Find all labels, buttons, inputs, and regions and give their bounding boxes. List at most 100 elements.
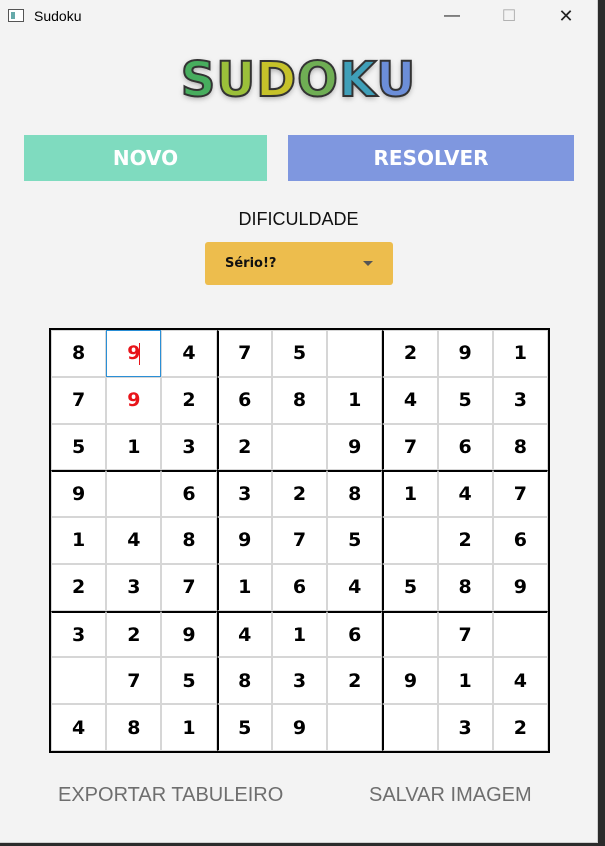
board-cell[interactable]: 7 — [492, 470, 548, 518]
board-cell[interactable]: 9 — [51, 470, 107, 518]
board-cell[interactable] — [382, 610, 438, 658]
board-cell[interactable]: 1 — [327, 376, 383, 424]
board-cell[interactable]: 1 — [51, 517, 107, 564]
board-cell[interactable]: 1 — [382, 470, 438, 518]
board-cell[interactable]: 4 — [106, 517, 162, 564]
board-cell[interactable]: 7 — [216, 330, 272, 377]
board-cell[interactable]: 4 — [327, 563, 383, 611]
board-cell[interactable] — [51, 657, 107, 705]
board-cell[interactable]: 4 — [51, 704, 107, 751]
board-cell[interactable]: 3 — [271, 657, 328, 705]
board-cell[interactable]: 8 — [106, 704, 162, 751]
save-image-button[interactable]: SALVAR IMAGEM — [369, 784, 532, 807]
logo-letter: U — [375, 51, 417, 109]
board-cell[interactable]: 1 — [492, 330, 548, 377]
board-cell[interactable]: 9 — [492, 563, 548, 611]
board-cell[interactable]: 2 — [382, 330, 438, 377]
board-cell[interactable]: 9 — [216, 517, 272, 564]
board-cell[interactable]: 8 — [271, 376, 328, 424]
difficulty-select[interactable]: Sério!? — [205, 242, 393, 285]
board-cell[interactable]: 6 — [271, 563, 328, 611]
board-cell[interactable]: 3 — [161, 423, 217, 471]
title-bar[interactable]: Sudoku — ☐ ✕ — [0, 0, 597, 32]
board-cell[interactable] — [327, 704, 383, 751]
board-cell[interactable]: 5 — [271, 330, 328, 377]
board-cell[interactable]: 9 — [106, 330, 162, 377]
board-cell[interactable]: 6 — [437, 423, 493, 471]
board-cell[interactable]: 5 — [51, 423, 107, 471]
close-icon[interactable]: ✕ — [543, 0, 589, 32]
board-cell[interactable]: 8 — [216, 657, 272, 705]
board-cell[interactable]: 3 — [492, 376, 548, 424]
board-cell[interactable]: 8 — [437, 563, 493, 611]
board-cell[interactable]: 2 — [51, 563, 107, 611]
board-cell[interactable]: 2 — [492, 704, 548, 751]
board-cell[interactable]: 9 — [161, 610, 217, 658]
logo-letter: O — [296, 51, 339, 109]
board-cell[interactable]: 1 — [437, 657, 493, 705]
board-cell[interactable]: 5 — [161, 657, 217, 705]
maximize-icon[interactable]: ☐ — [486, 0, 532, 32]
board-cell[interactable]: 1 — [216, 563, 272, 611]
logo-letter: U — [215, 51, 257, 109]
board-cell[interactable]: 9 — [382, 657, 438, 705]
board-cell[interactable]: 3 — [216, 470, 272, 518]
board-cell[interactable]: 9 — [437, 330, 493, 377]
board-cell[interactable]: 6 — [327, 610, 383, 658]
board-cell[interactable] — [382, 704, 438, 751]
board-cell[interactable]: 7 — [382, 423, 438, 471]
board-cell[interactable] — [492, 610, 548, 658]
board-cell[interactable]: 2 — [271, 470, 328, 518]
board-cell[interactable]: 9 — [271, 704, 328, 751]
board-cell[interactable] — [327, 330, 383, 377]
export-board-button[interactable]: EXPORTAR TABULEIRO — [58, 784, 283, 807]
board-cell[interactable]: 2 — [106, 610, 162, 658]
logo-letter: K — [338, 51, 377, 109]
board-cell[interactable]: 9 — [106, 376, 162, 424]
difficulty-selected-value: Sério!? — [225, 256, 277, 271]
board-cell[interactable]: 5 — [327, 517, 383, 564]
board-cell[interactable]: 7 — [51, 376, 107, 424]
logo-letter: D — [255, 51, 298, 109]
difficulty-label: DIFICULDADE — [238, 209, 359, 229]
chevron-down-icon — [363, 261, 373, 266]
app-window: Sudoku — ☐ ✕ SUDOKU NOVO RESOLVER DIFICU… — [0, 0, 598, 843]
app-icon — [8, 9, 24, 22]
board-cell[interactable]: 5 — [216, 704, 272, 751]
board-cell[interactable]: 5 — [437, 376, 493, 424]
board-cell[interactable]: 4 — [492, 657, 548, 705]
board-cell[interactable]: 8 — [492, 423, 548, 471]
board-cell[interactable] — [382, 517, 438, 564]
board-cell[interactable]: 9 — [327, 423, 383, 471]
board-cell[interactable]: 8 — [51, 330, 107, 377]
board-cell[interactable]: 7 — [106, 657, 162, 705]
board-cell[interactable]: 4 — [216, 610, 272, 658]
board-cell[interactable]: 1 — [106, 423, 162, 471]
minimize-icon[interactable]: — — [429, 0, 475, 32]
board-cell[interactable]: 3 — [106, 563, 162, 611]
board-cell[interactable]: 6 — [216, 376, 272, 424]
board-cell[interactable]: 4 — [437, 470, 493, 518]
board-cell[interactable]: 4 — [382, 376, 438, 424]
board-cell[interactable]: 1 — [271, 610, 328, 658]
solve-button[interactable]: RESOLVER — [288, 135, 574, 181]
board-cell[interactable]: 6 — [492, 517, 548, 564]
board-cell[interactable]: 8 — [161, 517, 217, 564]
new-game-button[interactable]: NOVO — [24, 135, 267, 181]
board-cell[interactable]: 2 — [216, 423, 272, 471]
board-cell[interactable]: 3 — [437, 704, 493, 751]
board-cell[interactable]: 5 — [382, 563, 438, 611]
board-cell[interactable]: 3 — [51, 610, 107, 658]
board-cell[interactable]: 6 — [161, 470, 217, 518]
board-cell[interactable] — [106, 470, 162, 518]
board-cell[interactable]: 1 — [161, 704, 217, 751]
board-cell[interactable]: 2 — [437, 517, 493, 564]
board-cell[interactable]: 2 — [327, 657, 383, 705]
board-cell[interactable]: 7 — [437, 610, 493, 658]
board-cell[interactable]: 2 — [161, 376, 217, 424]
board-cell[interactable] — [271, 423, 328, 471]
board-cell[interactable]: 8 — [327, 470, 383, 518]
board-cell[interactable]: 4 — [161, 330, 217, 377]
board-cell[interactable]: 7 — [271, 517, 328, 564]
board-cell[interactable]: 7 — [161, 563, 217, 611]
